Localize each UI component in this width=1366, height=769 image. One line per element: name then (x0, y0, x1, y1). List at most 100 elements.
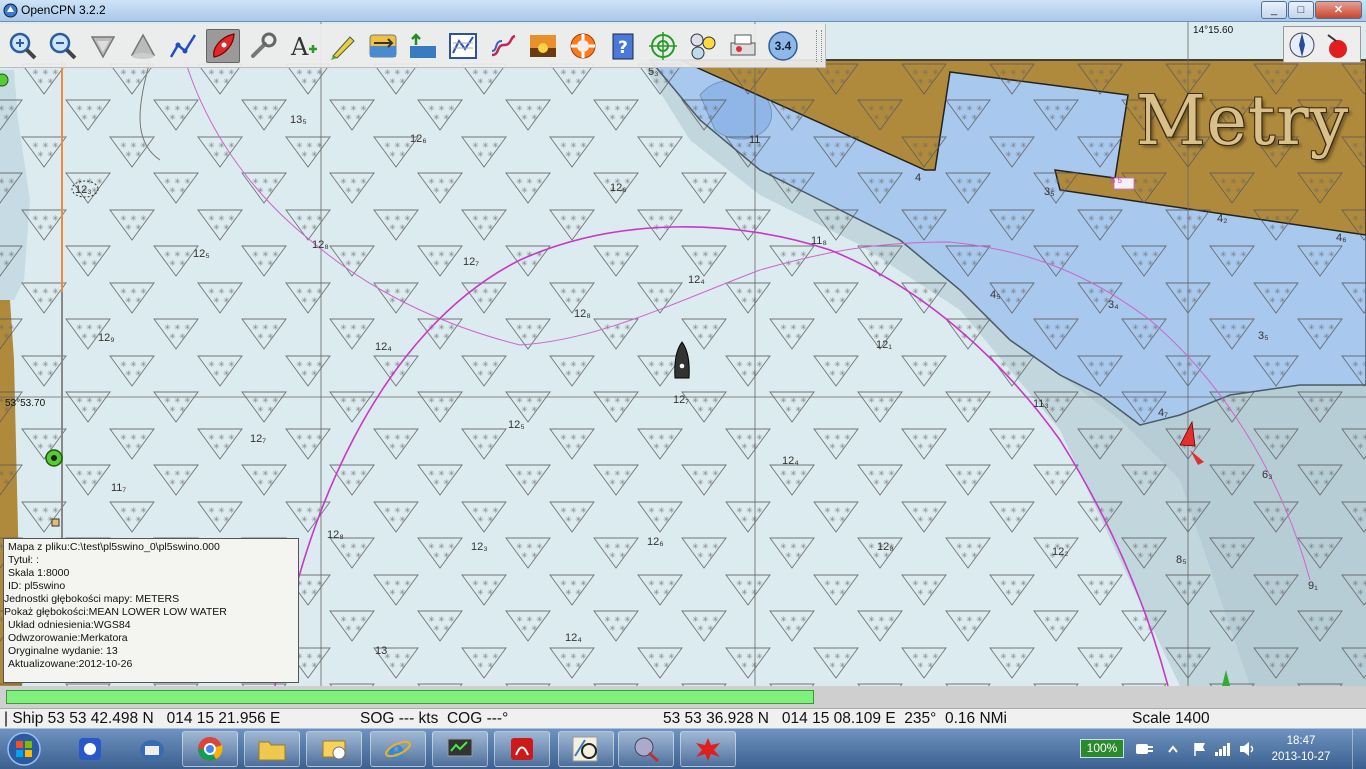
chart-info-line: Układ odniesienia:WGS84 (8, 619, 131, 631)
sounding: 6₃ (1262, 469, 1273, 481)
opencpn-app-icon (3, 3, 18, 18)
scale-out-icon (130, 33, 156, 59)
show-desktop-button[interactable] (1352, 729, 1366, 769)
help-icon: ? (612, 33, 634, 60)
longitude-label: 14°15.60 (1193, 25, 1234, 36)
auto-follow-button[interactable] (206, 29, 240, 63)
sounding: 3₅ (1044, 186, 1055, 198)
taskbar-chrome[interactable] (182, 731, 238, 767)
chart-quilting-button[interactable] (326, 29, 360, 63)
main-toolbar: A ? 3.4 (0, 24, 826, 68)
minimize-button[interactable]: _ (1261, 1, 1287, 19)
compass-widget[interactable] (1283, 26, 1361, 63)
route-manager-button[interactable] (446, 29, 480, 63)
taskbar-acrobat[interactable] (494, 731, 550, 767)
sounding: 13 (375, 645, 388, 657)
help-button[interactable]: ? (606, 29, 640, 63)
maximize-button[interactable]: □ (1288, 1, 1314, 19)
scale-in-button[interactable] (86, 29, 120, 63)
print-button[interactable] (726, 29, 760, 63)
sounding: 12₇ (673, 394, 690, 406)
settings-button[interactable] (246, 29, 280, 63)
taskbar-tool[interactable] (618, 731, 674, 767)
mail-icon (140, 740, 164, 760)
sounding: 3₄ (1108, 299, 1119, 311)
route-manager-icon (449, 33, 477, 59)
taskbar: e 100% 18:47 2013-10-27 (0, 728, 1366, 769)
chart-info-line: Odwzorowanie:Merkatora (8, 632, 128, 644)
create-route-button[interactable] (166, 29, 200, 63)
network-icon[interactable] (1214, 741, 1232, 757)
sounding: 12₇ (250, 433, 267, 445)
battery-indicator[interactable]: 100% (1080, 739, 1124, 758)
outlook-icon (322, 740, 346, 760)
close-button[interactable]: ✕ (1315, 1, 1362, 19)
mob-button[interactable] (566, 29, 600, 63)
chart-bar[interactable] (0, 686, 1366, 708)
taskbar-media-player[interactable] (62, 731, 118, 767)
current-button[interactable] (366, 29, 400, 63)
sounding: 8₅ (1176, 554, 1187, 566)
show-hidden-icons-icon[interactable] (1167, 743, 1179, 755)
text-icon: A (290, 33, 317, 61)
action-center-flag-icon[interactable] (1192, 741, 1208, 757)
taskbar-paint[interactable] (680, 731, 736, 767)
track-icon (491, 34, 516, 57)
sounding: 4₅ (990, 289, 1001, 301)
sounding: 12₅ (508, 419, 525, 431)
start-button[interactable] (4, 730, 44, 768)
sounding: 12₁ (876, 339, 892, 351)
taskbar-opencpn[interactable] (558, 731, 614, 767)
ie-icon: e (385, 736, 411, 763)
chart-info-line: Oryginalne wydanie: 13 (8, 645, 118, 657)
color-scheme-button[interactable] (526, 29, 560, 63)
chrome-icon (198, 737, 223, 761)
window-title: OpenCPN 3.2.2 (21, 3, 106, 17)
tool-icon (634, 737, 659, 763)
taskbar-explorer[interactable] (244, 731, 300, 767)
taskbar-ie[interactable]: e (370, 731, 426, 767)
clock-date: 2013-10-27 (1271, 751, 1331, 763)
status-bar: | Ship 53 53 42.498 N 014 15 21.956 E SO… (0, 708, 1366, 729)
current-icon (369, 34, 397, 58)
chart-info-panel: Mapa z pliku:C:\test\pl5swino_0\pl5swino… (3, 538, 299, 683)
power-plug-icon[interactable] (1132, 739, 1154, 759)
version-label: 3.4 (774, 39, 792, 53)
ais-button[interactable] (646, 29, 680, 63)
sunset-icon (530, 35, 556, 57)
sounding: 11₈ (811, 235, 827, 247)
tide-button[interactable] (406, 29, 440, 63)
volume-icon[interactable] (1238, 741, 1256, 757)
taskbar-monitor[interactable] (432, 731, 488, 767)
print-icon (730, 34, 756, 56)
sounding: 4₆ (1336, 232, 1347, 244)
sounding: 12₄ (565, 632, 582, 644)
tide-icon (410, 33, 436, 58)
depth-unit-overlay: Metry (1136, 82, 1350, 161)
gauges-button[interactable] (686, 29, 720, 63)
sounding: 12₈ (877, 541, 894, 553)
sounding: 9₁ (1308, 580, 1318, 592)
zoom-in-button[interactable] (6, 29, 40, 63)
zoom-out-button[interactable] (46, 29, 80, 63)
about-button[interactable]: 3.4 (766, 29, 800, 63)
sign-label: S 5 (1110, 176, 1123, 185)
sounding: 12₈ (574, 308, 591, 320)
sounding: 4 (915, 172, 922, 184)
toolbar-grip[interactable] (816, 30, 822, 62)
taskbar-thunderbird[interactable] (124, 731, 180, 767)
text-button[interactable]: A (286, 29, 320, 63)
scale-out-button[interactable] (126, 29, 160, 63)
sounding: 3₅ (1258, 330, 1269, 342)
track-button[interactable] (486, 29, 520, 63)
sounding: 12₄ (375, 341, 392, 353)
sounding: 12₉ (98, 332, 115, 344)
sounding: 11 (749, 134, 761, 146)
compass-icon (1289, 32, 1347, 58)
taskbar-outlook[interactable] (306, 731, 362, 767)
svg-text:?: ? (618, 38, 628, 58)
sounding: 11₇ (111, 482, 127, 494)
chart-info-line: Tytuł: : (8, 554, 39, 566)
chart-bar-fill[interactable] (6, 690, 814, 704)
system-clock[interactable]: 18:47 2013-10-27 (1270, 733, 1332, 765)
